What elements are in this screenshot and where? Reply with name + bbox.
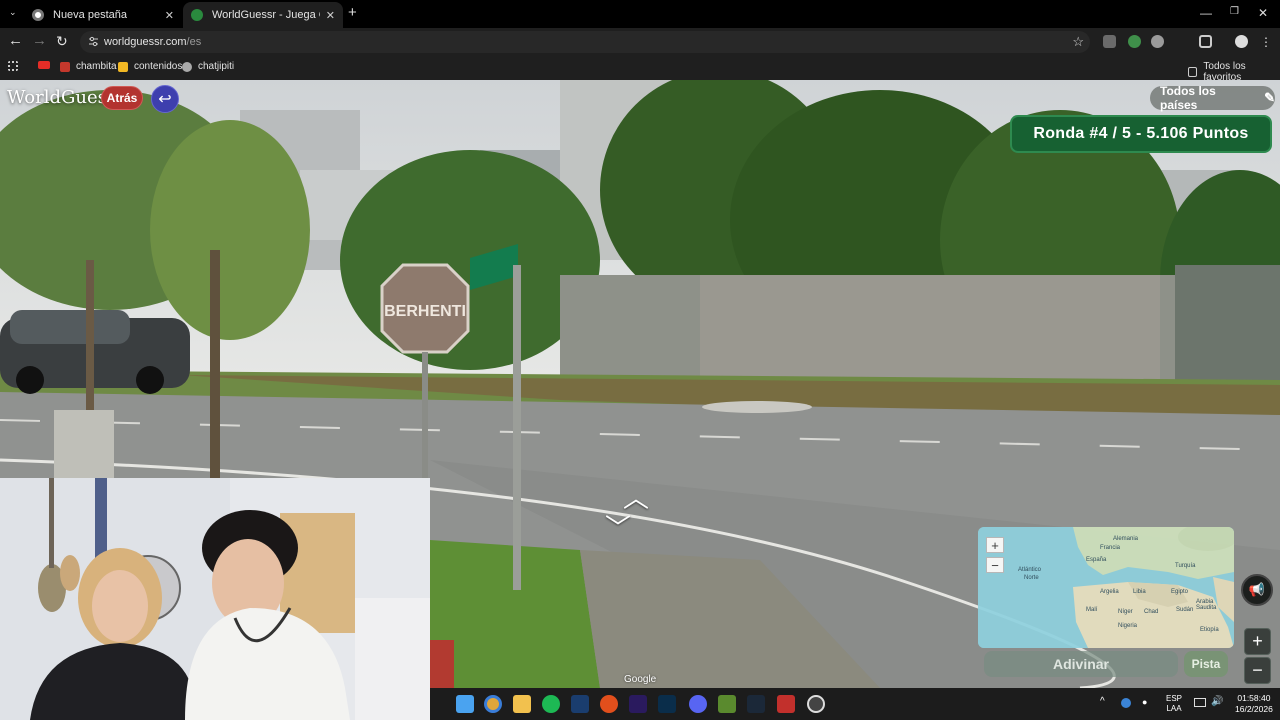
stop-sign-text: BERHENTI [384,303,466,320]
steam-icon[interactable] [571,695,589,713]
clock-date: 16/2/2026 [1235,704,1273,714]
extension-icon[interactable] [1128,35,1141,48]
tab-strip: ⌄ Nueva pestaña ✕ WorldGuessr - Juega Ge… [0,0,1280,28]
url-path: /es [186,36,202,48]
webcam-overlay [0,478,430,720]
megaphone-icon: 📢 [1248,582,1266,597]
chrome-icon [32,9,44,21]
restore-icon[interactable]: ❐ [1230,6,1239,17]
bookmark-chatjipiti[interactable]: chatjipiti [182,61,234,72]
back-button[interactable]: Atrás [101,86,143,110]
minimize-icon[interactable]: — [1200,6,1212,20]
show-hidden-icons[interactable]: ^ [1100,697,1105,707]
bookmark-star-icon[interactable]: ☆ [1072,34,1084,50]
map-label: Alemania [1113,536,1139,542]
close-window-icon[interactable]: ✕ [1258,6,1268,20]
map-label: Atlántico [1018,567,1042,573]
clock-time: 01:58:40 [1237,693,1271,703]
spotify-icon[interactable] [542,695,560,713]
move-backward-arrow-icon[interactable]: ﹀ [605,508,631,545]
hint-button[interactable]: Pista [1184,651,1228,677]
map-label: Níger [1118,609,1133,615]
obs-icon[interactable] [777,695,795,713]
close-tab-icon[interactable]: ✕ [326,9,335,22]
reload-icon[interactable]: ↻ [56,33,68,49]
photoshop-icon[interactable] [658,695,676,713]
map-label: Francia [1100,545,1121,551]
bookmark-contenidos[interactable]: contenidos [118,61,182,72]
network-icon[interactable] [1194,698,1206,707]
tab-search-icon[interactable]: ⌄ [9,7,17,18]
site-info-icon[interactable] [88,36,99,47]
browser-toolbar: ← → ↻ worldguessr.com/es ☆ ⋮ [0,28,1280,56]
guess-button[interactable]: Adivinar [984,651,1178,677]
map-label: España [1086,557,1107,563]
return-to-start-button[interactable]: ↩ [151,85,179,113]
tab-new-tab[interactable]: Nueva pestaña ✕ [24,2,182,28]
map-label: Sudán [1176,607,1194,613]
minecraft-icon[interactable] [718,695,736,713]
map-label: Libia [1133,589,1146,595]
menu-kebab-icon[interactable]: ⋮ [1260,34,1272,50]
chrome-taskbar-icon[interactable] [484,695,502,713]
extensions-puzzle-icon[interactable] [1199,35,1212,48]
globe-icon [191,9,203,21]
minimap-zoom-out[interactable]: − [986,557,1004,573]
back-arrow-icon[interactable]: ← [8,33,23,49]
pencil-icon: ✎ [1264,90,1275,105]
map-label: Turquía [1175,563,1196,569]
tab-worldguessr[interactable]: WorldGuessr - Juega GeoGuessr ✕ [183,2,343,28]
map-label: Etiopía [1200,627,1219,633]
map-label: Nigeria [1118,623,1138,629]
return-arrow-icon: ↩ [158,91,172,108]
extension-icon[interactable] [1151,35,1164,48]
steam-taskbar-icon[interactable] [747,695,765,713]
zoom-in-button[interactable]: + [1244,628,1271,655]
reading-list-icon[interactable] [1103,35,1116,48]
audio-toggle-button[interactable]: 📢 [1241,574,1273,606]
tab-title: Nueva pestaña [53,9,127,21]
new-tab-button[interactable]: + [348,4,357,21]
round-status-badge: Ronda #4 / 5 - 5.106 Puntos [1010,115,1272,153]
url-host: worldguessr.com [104,36,187,48]
map-label: Egipto [1171,589,1189,595]
app-icon[interactable] [600,695,618,713]
apps-grid-icon[interactable] [8,61,24,71]
map-label: Malí [1086,607,1098,613]
windows-start-icon[interactable] [456,695,474,713]
language-indicator[interactable]: ESP LAA [1166,694,1182,714]
country-filter-button[interactable]: Todos los países ✎ [1150,84,1275,112]
zoom-out-button[interactable]: − [1244,657,1271,684]
minimap-zoom-in[interactable]: + [986,537,1004,553]
discord-icon[interactable] [689,695,707,713]
tab-title: WorldGuessr - Juega GeoGuessr [212,9,320,21]
map-label: Arabia Saudita [1196,599,1217,611]
file-explorer-icon[interactable] [513,695,531,713]
profile-avatar[interactable] [1235,35,1248,48]
map-label: Norte [1024,575,1039,581]
windows-taskbar: ^ ● ESP LAA 🔊 01:58:40 16/2/2026 [430,688,1280,720]
address-bar[interactable]: worldguessr.com/es ☆ [80,31,1090,53]
microphone-icon[interactable]: ● [1142,697,1147,707]
map-label: Chad [1144,609,1159,615]
system-clock[interactable]: 01:58:40 16/2/2026 [1235,693,1273,715]
bookmarks-bar: chambita contenidos chatjipiti Todos los… [0,56,1280,83]
premiere-icon[interactable] [629,695,647,713]
app-icon[interactable] [807,695,825,713]
map-label: Argelia [1100,589,1119,595]
guess-minimap[interactable]: + − Alemania Francia España Atlántico No… [978,527,1234,648]
volume-icon[interactable]: 🔊 [1211,697,1223,707]
youtube-bookmark[interactable] [38,61,56,69]
onedrive-icon[interactable] [1121,698,1131,708]
google-attribution: Google [624,674,657,685]
forward-arrow-icon[interactable]: → [32,33,47,49]
webcam-image [0,478,430,720]
close-tab-icon[interactable]: ✕ [165,9,174,22]
country-filter-label: Todos los países [1160,84,1216,112]
bookmark-chambita[interactable]: chambita [60,61,117,72]
